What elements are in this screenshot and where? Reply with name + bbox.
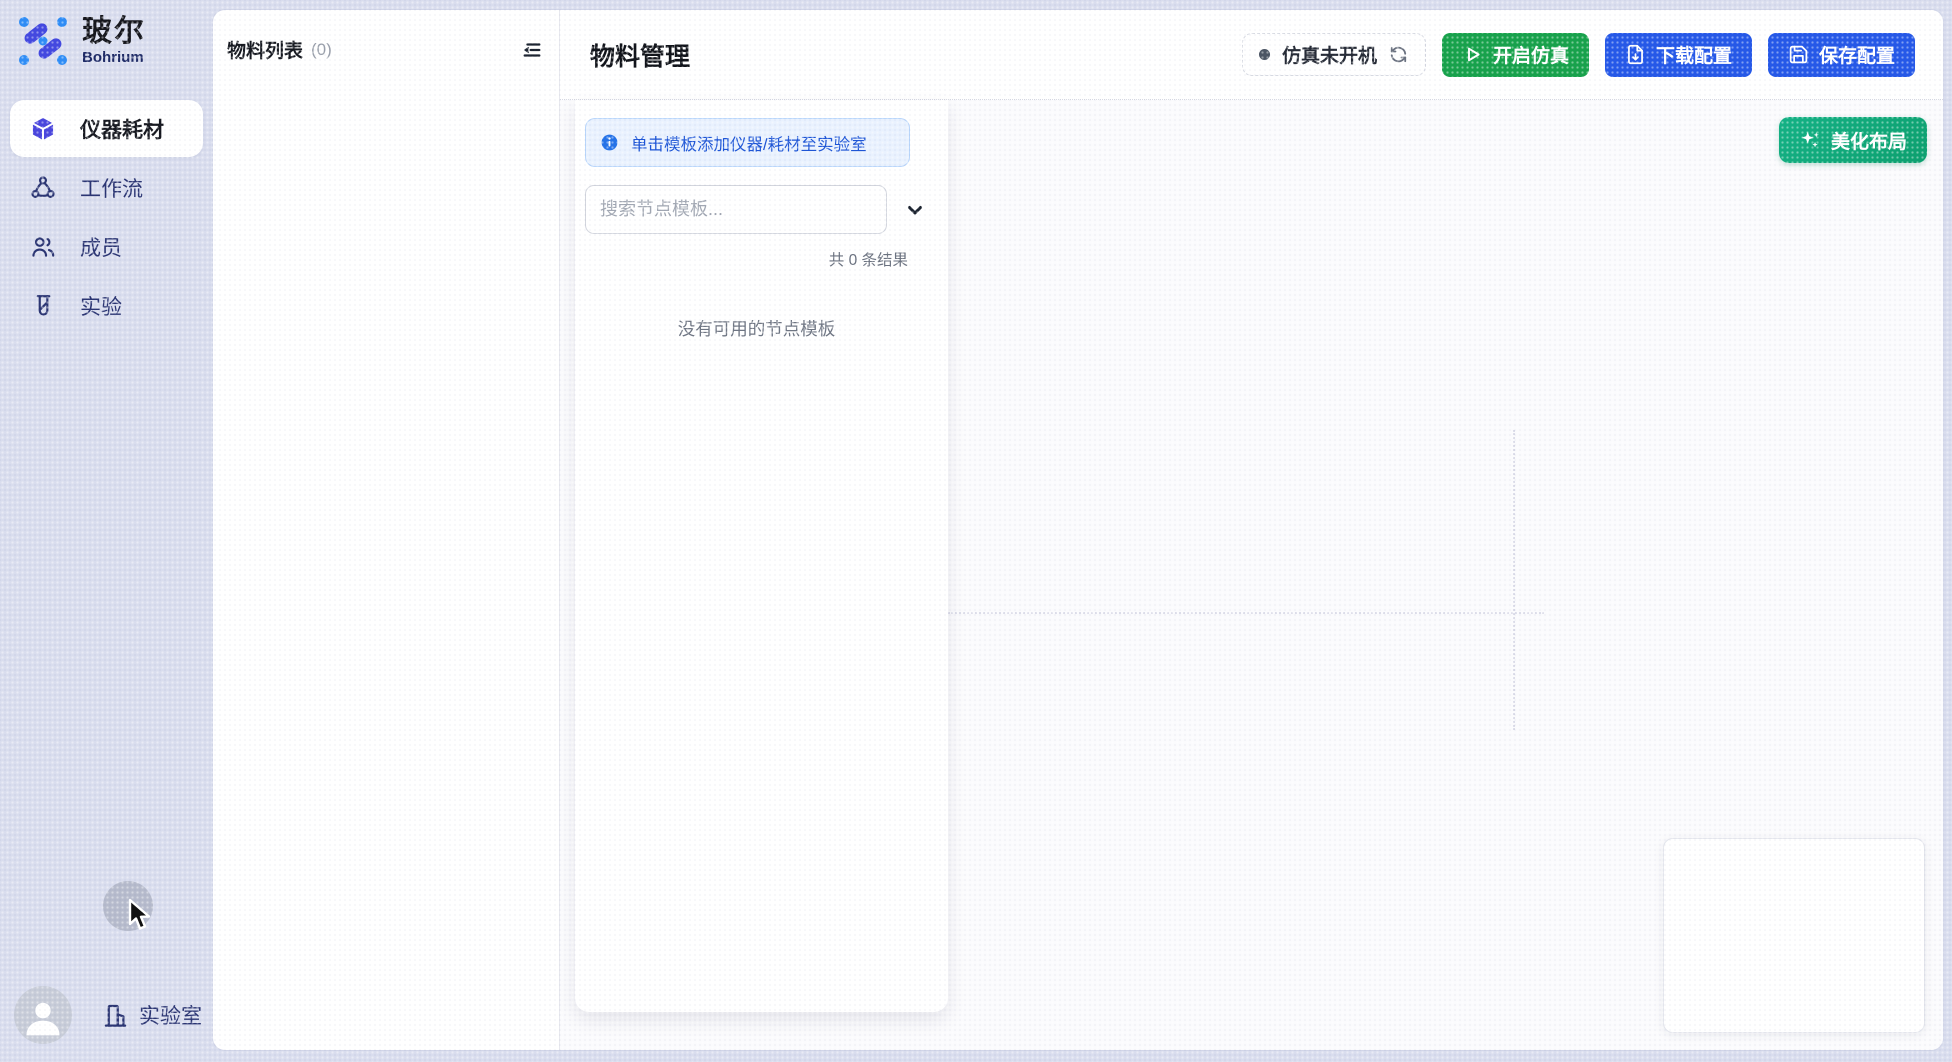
chevron-down-icon	[903, 198, 927, 222]
sidebar-nav: 仪器耗材 工作流 成员	[10, 100, 203, 334]
sidebar-item-label: 仪器耗材	[80, 114, 164, 144]
info-icon	[600, 133, 619, 152]
save-icon	[1788, 44, 1809, 65]
page-title: 物料管理	[590, 37, 690, 73]
start-simulation-label: 开启仿真	[1493, 41, 1569, 68]
expand-filters-button[interactable]	[903, 197, 928, 223]
empty-state-text: 没有可用的节点模板	[585, 316, 928, 341]
status-text: 仿真未开机	[1282, 41, 1377, 68]
material-list-panel: 物料列表 (0)	[213, 10, 560, 1050]
save-config-button[interactable]: 保存配置	[1768, 33, 1915, 77]
sidebar-item-members[interactable]: 成员	[10, 218, 203, 275]
brand: 玻尔 Bohrium	[10, 14, 203, 68]
save-config-label: 保存配置	[1819, 41, 1895, 68]
status-dot-icon	[1259, 49, 1270, 60]
download-config-button[interactable]: 下载配置	[1605, 33, 1752, 77]
material-list-title: 物料列表	[227, 36, 303, 63]
refresh-status-button[interactable]	[1389, 45, 1409, 65]
material-list-header: 物料列表 (0)	[227, 36, 545, 63]
lab-entry[interactable]: 实验室	[102, 1000, 202, 1030]
collapse-icon	[521, 39, 543, 61]
collapse-panel-button[interactable]	[519, 37, 545, 63]
bohrium-logo-icon	[16, 14, 70, 68]
sidebar-item-experiments[interactable]: 实验	[10, 277, 203, 334]
user-icon	[21, 995, 65, 1039]
main-area: 物料管理 仿真未开机	[560, 10, 1943, 1050]
info-banner-text: 单击模板添加仪器/耗材至实验室	[631, 131, 867, 155]
template-panel: 单击模板添加仪器/耗材至实验室 共 0 条结果 没有可用的节点模板	[575, 100, 948, 1012]
sparkles-icon	[1799, 129, 1821, 151]
search-row	[585, 185, 928, 234]
canvas-guide-horizontal	[948, 612, 1544, 614]
minimap[interactable]	[1663, 838, 1925, 1033]
refresh-icon	[1389, 45, 1408, 64]
sidebar-item-workflow[interactable]: 工作流	[10, 159, 203, 216]
content-card: 物料列表 (0) 物料管理 仿真未开机	[213, 10, 1943, 1050]
canvas[interactable]: 单击模板添加仪器/耗材至实验室 共 0 条结果 没有可用的节点模板	[560, 100, 1943, 1050]
test-tube-icon	[30, 293, 56, 319]
building-icon	[102, 1002, 129, 1029]
play-icon	[1462, 44, 1483, 65]
download-config-label: 下载配置	[1656, 41, 1732, 68]
avatar[interactable]	[14, 986, 72, 1044]
brand-name-en: Bohrium	[82, 49, 146, 67]
result-count: 共 0 条结果	[585, 248, 908, 270]
canvas-guide-vertical	[1513, 430, 1515, 730]
header-actions: 仿真未开机 开启仿真	[1242, 33, 1915, 77]
users-icon	[30, 234, 56, 260]
file-download-icon	[1625, 44, 1646, 65]
start-simulation-button[interactable]: 开启仿真	[1442, 33, 1589, 77]
cube-icon	[30, 116, 56, 142]
beautify-layout-button[interactable]: 美化布局	[1779, 117, 1927, 163]
main-header: 物料管理 仿真未开机	[560, 10, 1943, 100]
mouse-cursor-icon	[124, 898, 154, 934]
brand-name-cn: 玻尔	[82, 15, 146, 49]
beautify-layout-label: 美化布局	[1831, 127, 1907, 154]
material-list-count: (0)	[311, 40, 332, 60]
sidebar-item-instruments[interactable]: 仪器耗材	[10, 100, 203, 157]
sidebar-item-label: 实验	[80, 291, 122, 321]
sidebar-item-label: 工作流	[80, 173, 143, 203]
info-banner: 单击模板添加仪器/耗材至实验室	[585, 118, 910, 167]
sidebar-item-label: 成员	[80, 232, 122, 262]
simulation-status-pill: 仿真未开机	[1242, 33, 1426, 76]
workflow-icon	[30, 175, 56, 201]
lab-label: 实验室	[139, 1000, 202, 1030]
sidebar-footer: 实验室	[14, 986, 202, 1044]
search-input[interactable]	[585, 185, 887, 234]
